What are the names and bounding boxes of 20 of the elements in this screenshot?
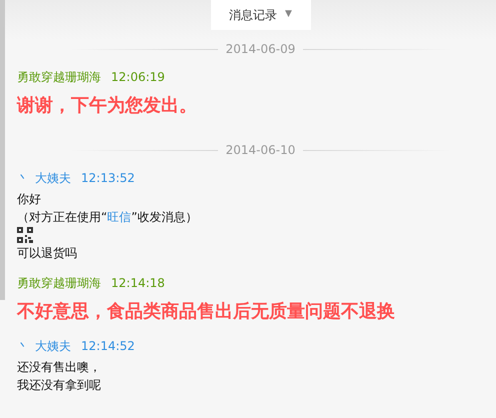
- date-separator: 2014-06-10: [226, 142, 296, 159]
- message-time: 12:13:52: [81, 170, 135, 187]
- message-time: 12:14:52: [81, 338, 135, 355]
- history-dropdown[interactable]: 消息记录 ▼: [210, 0, 310, 30]
- message-text: 我还没有拿到呢: [17, 377, 102, 394]
- qr-code-icon: [17, 227, 33, 243]
- date-separator: 2014-06-09: [226, 41, 296, 58]
- sender-name: 丶 大姨夫: [17, 338, 71, 355]
- message-text: 还没有售出噢，: [17, 359, 102, 376]
- message-text: （对方正在使用“旺信”收发消息）: [17, 209, 198, 226]
- message-time: 12:06:19: [111, 69, 165, 86]
- scroll-bar[interactable]: [0, 0, 5, 300]
- sender-name: 勇敢穿越珊瑚海: [17, 69, 101, 86]
- sender-name: 勇敢穿越珊瑚海: [17, 275, 101, 292]
- sender-name: 丶 大姨夫: [17, 170, 71, 187]
- message-text: 不好意思，食品类商品售出后无质量问题不退换: [17, 300, 396, 324]
- message-text: 你好: [17, 191, 42, 208]
- message-text: 可以退货吗: [17, 245, 78, 262]
- message-text: 谢谢，下午为您发出。: [17, 94, 198, 118]
- message-time: 12:14:18: [111, 275, 165, 292]
